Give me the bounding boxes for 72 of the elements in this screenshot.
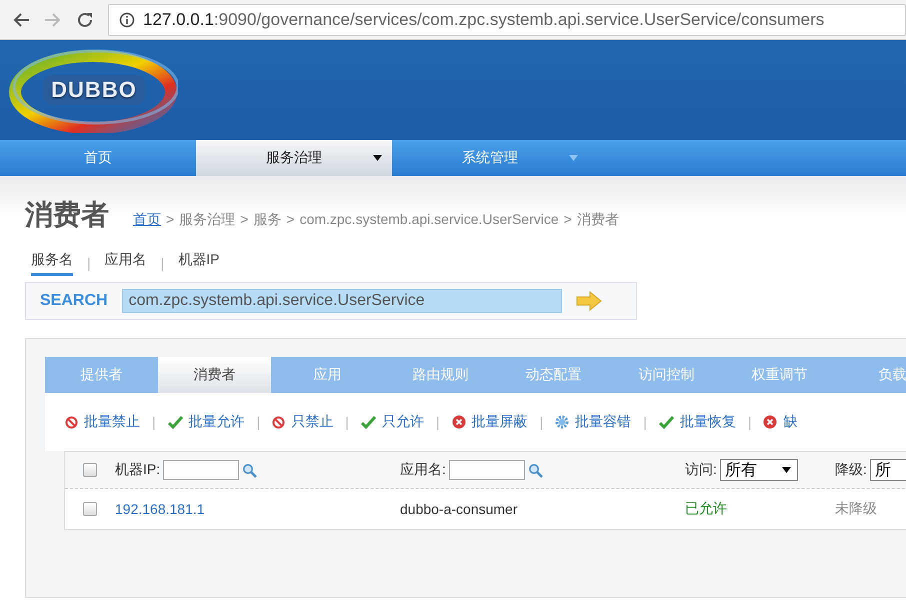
tab-separator: | <box>160 255 164 271</box>
action-link[interactable]: 缺 <box>763 413 798 431</box>
logo[interactable]: DUBBO <box>4 45 184 135</box>
breadcrumb-item: 服务治理 <box>179 211 236 229</box>
action-link[interactable]: 批量禁止 <box>65 413 140 431</box>
ban-icon <box>272 416 286 428</box>
tab-separator: | <box>87 255 91 271</box>
search-label: SEARCH <box>40 292 108 310</box>
breadcrumb-separator: > <box>564 211 572 229</box>
filter-label: 应用名: <box>400 461 446 479</box>
tab[interactable]: 消费者 <box>158 357 271 393</box>
search-icon[interactable] <box>242 462 258 478</box>
degrade-select[interactable]: 所 <box>870 459 906 481</box>
action-link[interactable]: 只禁止 <box>272 413 334 431</box>
check-icon <box>658 416 674 428</box>
action-link[interactable]: 批量屏蔽 <box>452 413 528 431</box>
table-cell: dubbo-a-consumer <box>400 501 518 517</box>
degrade-status: 未降级 <box>835 500 877 518</box>
check-icon <box>360 416 376 428</box>
forward-icon[interactable] <box>44 12 62 28</box>
action-separator: | <box>345 414 349 430</box>
breadcrumb-link[interactable]: 首页 <box>133 211 161 229</box>
breadcrumb-separator: > <box>286 211 295 229</box>
logo-text: DUBBO <box>43 75 145 105</box>
caret-icon <box>569 155 578 161</box>
page-title: 消费者 <box>25 198 109 232</box>
select-all-checkbox[interactable] <box>83 463 97 477</box>
search-type-tab[interactable]: 应用名 <box>104 250 147 276</box>
caret-icon <box>373 155 382 161</box>
filter-label: 降级: <box>835 461 867 479</box>
filter-label: 机器IP: <box>115 461 160 479</box>
filter-label: 访问: <box>685 461 717 479</box>
action-link[interactable]: 只允许 <box>360 413 424 431</box>
back-icon[interactable] <box>12 12 30 28</box>
action-separator: | <box>748 414 752 430</box>
ban-icon <box>65 416 78 428</box>
search-field[interactable]: com.zpc.systemb.api.service.UserService <box>122 289 562 313</box>
action-link[interactable]: 批量允许 <box>168 413 245 431</box>
remove-icon <box>763 415 778 429</box>
search-type-tab[interactable]: 服务名 <box>31 250 73 276</box>
info-icon <box>119 12 135 28</box>
search-icon[interactable] <box>528 462 543 478</box>
url-text: 127.0.0.1:9090/governance/services/com.zpc.systemb.api.service.UserService/consumers <box>143 10 824 30</box>
action-separator: | <box>152 414 156 430</box>
caret-icon <box>782 467 791 473</box>
nav-tab[interactable]: 服务治理 <box>196 140 392 176</box>
action-separator: | <box>256 414 260 430</box>
ip-link[interactable]: 192.168.181.1 <box>115 501 205 517</box>
reload-icon[interactable] <box>76 10 94 28</box>
access-status: 已允许 <box>685 500 727 518</box>
nav-tab[interactable]: 首页 <box>0 140 196 176</box>
gear-icon <box>555 415 570 429</box>
action-link[interactable]: 批量恢复 <box>658 413 736 431</box>
remove-icon <box>452 415 466 429</box>
check-icon <box>168 416 183 428</box>
action-separator: | <box>436 414 440 430</box>
breadcrumb-item: 消费者 <box>576 211 619 229</box>
breadcrumb-separator: > <box>166 211 174 229</box>
address-bar[interactable]: 127.0.0.1:9090/governance/services/com.zpc.systemb.api.service.UserService/consumers <box>108 4 906 36</box>
row-checkbox[interactable] <box>83 502 97 516</box>
arrow-right-icon[interactable] <box>576 291 602 311</box>
breadcrumb-separator: > <box>240 211 248 229</box>
action-link[interactable]: 批量容错 <box>555 413 632 431</box>
action-separator: | <box>540 414 544 430</box>
app-filter-field[interactable] <box>448 460 525 480</box>
access-select[interactable]: 所有 <box>720 459 798 481</box>
ip-filter-field[interactable] <box>163 460 240 480</box>
search-type-tab[interactable]: 机器IP <box>178 250 220 276</box>
action-separator: | <box>643 414 647 430</box>
breadcrumb-item: 服务 <box>253 211 282 229</box>
breadcrumb-item: com.zpc.systemb.api.service.UserService <box>300 211 559 229</box>
nav-tab[interactable]: 系统管理 <box>392 140 588 176</box>
